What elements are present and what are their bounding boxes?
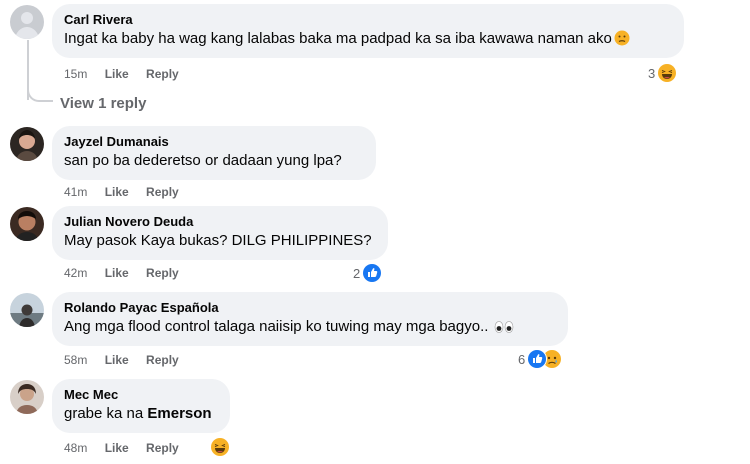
like-button[interactable]: Like (105, 67, 129, 81)
reply-button[interactable]: Reply (146, 185, 179, 199)
comment-time[interactable]: 48m (64, 441, 87, 455)
comment-text: Ang mga flood control talaga naiisip ko … (64, 316, 556, 340)
reaction-count: 6 (518, 351, 526, 367)
comment-time[interactable]: 42m (64, 266, 87, 280)
mention-link[interactable]: Emerson (147, 405, 211, 422)
reaction-count: 3 (648, 65, 656, 81)
view-replies-link[interactable]: View 1 reply (60, 95, 146, 112)
reply-button[interactable]: Reply (146, 353, 179, 367)
comment-text-body: grabe ka na (64, 405, 148, 422)
like-button[interactable]: Like (105, 266, 129, 280)
comment-author[interactable]: Jayzel Dumanais (64, 133, 364, 150)
reaction-summary[interactable]: 2 (353, 263, 383, 283)
comment-actions: 42m Like Reply (64, 265, 193, 281)
like-icon (527, 349, 548, 369)
reaction-summary[interactable]: 6 (518, 349, 563, 369)
comment-actions: 48m Like Reply (64, 440, 193, 456)
avatar[interactable] (10, 380, 44, 414)
haha-icon (210, 437, 230, 457)
comment-author[interactable]: Carl Rivera (64, 11, 672, 28)
comment-time[interactable]: 58m (64, 353, 87, 367)
comment-actions: 41m Like Reply (64, 184, 193, 200)
reaction-count: 2 (353, 265, 361, 281)
eyes-icon (494, 319, 514, 340)
comment-actions: 58m Like Reply (64, 352, 193, 368)
reply-button[interactable]: Reply (146, 441, 179, 455)
comment-bubble: Jayzel Dumanais san po ba dederetso or d… (52, 126, 376, 180)
like-button[interactable]: Like (105, 353, 129, 367)
comment-author[interactable]: Mec Mec (64, 386, 218, 403)
comment-bubble: Carl Rivera Ingat ka baby ha wag kang la… (52, 4, 684, 58)
avatar[interactable] (10, 207, 44, 241)
comment-time[interactable]: 15m (64, 67, 87, 81)
like-icon (362, 263, 383, 283)
comment-author[interactable]: Rolando Payac Española (64, 299, 556, 316)
comment-text-body: Ang mga flood control talaga naiisip ko … (64, 318, 489, 335)
comment-bubble: Mec Mec grabe ka na Emerson (52, 379, 230, 433)
comment-text: san po ba dederetso or dadaan yung lpa? (64, 152, 342, 169)
avatar[interactable] (10, 293, 44, 327)
comment-text-body: Ingat ka baby ha wag kang lalabas baka m… (64, 30, 612, 47)
confused-face-icon (614, 30, 630, 52)
thread-curve (27, 84, 53, 102)
like-button[interactable]: Like (105, 441, 129, 455)
like-button[interactable]: Like (105, 185, 129, 199)
comment-text: May pasok Kaya bukas? DILG PHILIPPINES? (64, 232, 372, 249)
reply-button[interactable]: Reply (146, 266, 179, 280)
comment-text: Ingat ka baby ha wag kang lalabas baka m… (64, 28, 672, 52)
comment-bubble: Julian Novero Deuda May pasok Kaya bukas… (52, 206, 388, 260)
comment-actions: 15m Like Reply (64, 66, 193, 82)
avatar[interactable] (10, 127, 44, 161)
comment-bubble: Rolando Payac Española Ang mga flood con… (52, 292, 568, 346)
reaction-summary[interactable] (210, 437, 230, 457)
reply-button[interactable]: Reply (146, 67, 179, 81)
haha-icon (657, 63, 678, 83)
comment-text: grabe ka na Emerson (64, 403, 218, 424)
comment-author[interactable]: Julian Novero Deuda (64, 213, 376, 230)
reaction-summary[interactable]: 3 (648, 63, 678, 83)
comment-time[interactable]: 41m (64, 185, 87, 199)
avatar[interactable] (10, 5, 44, 39)
